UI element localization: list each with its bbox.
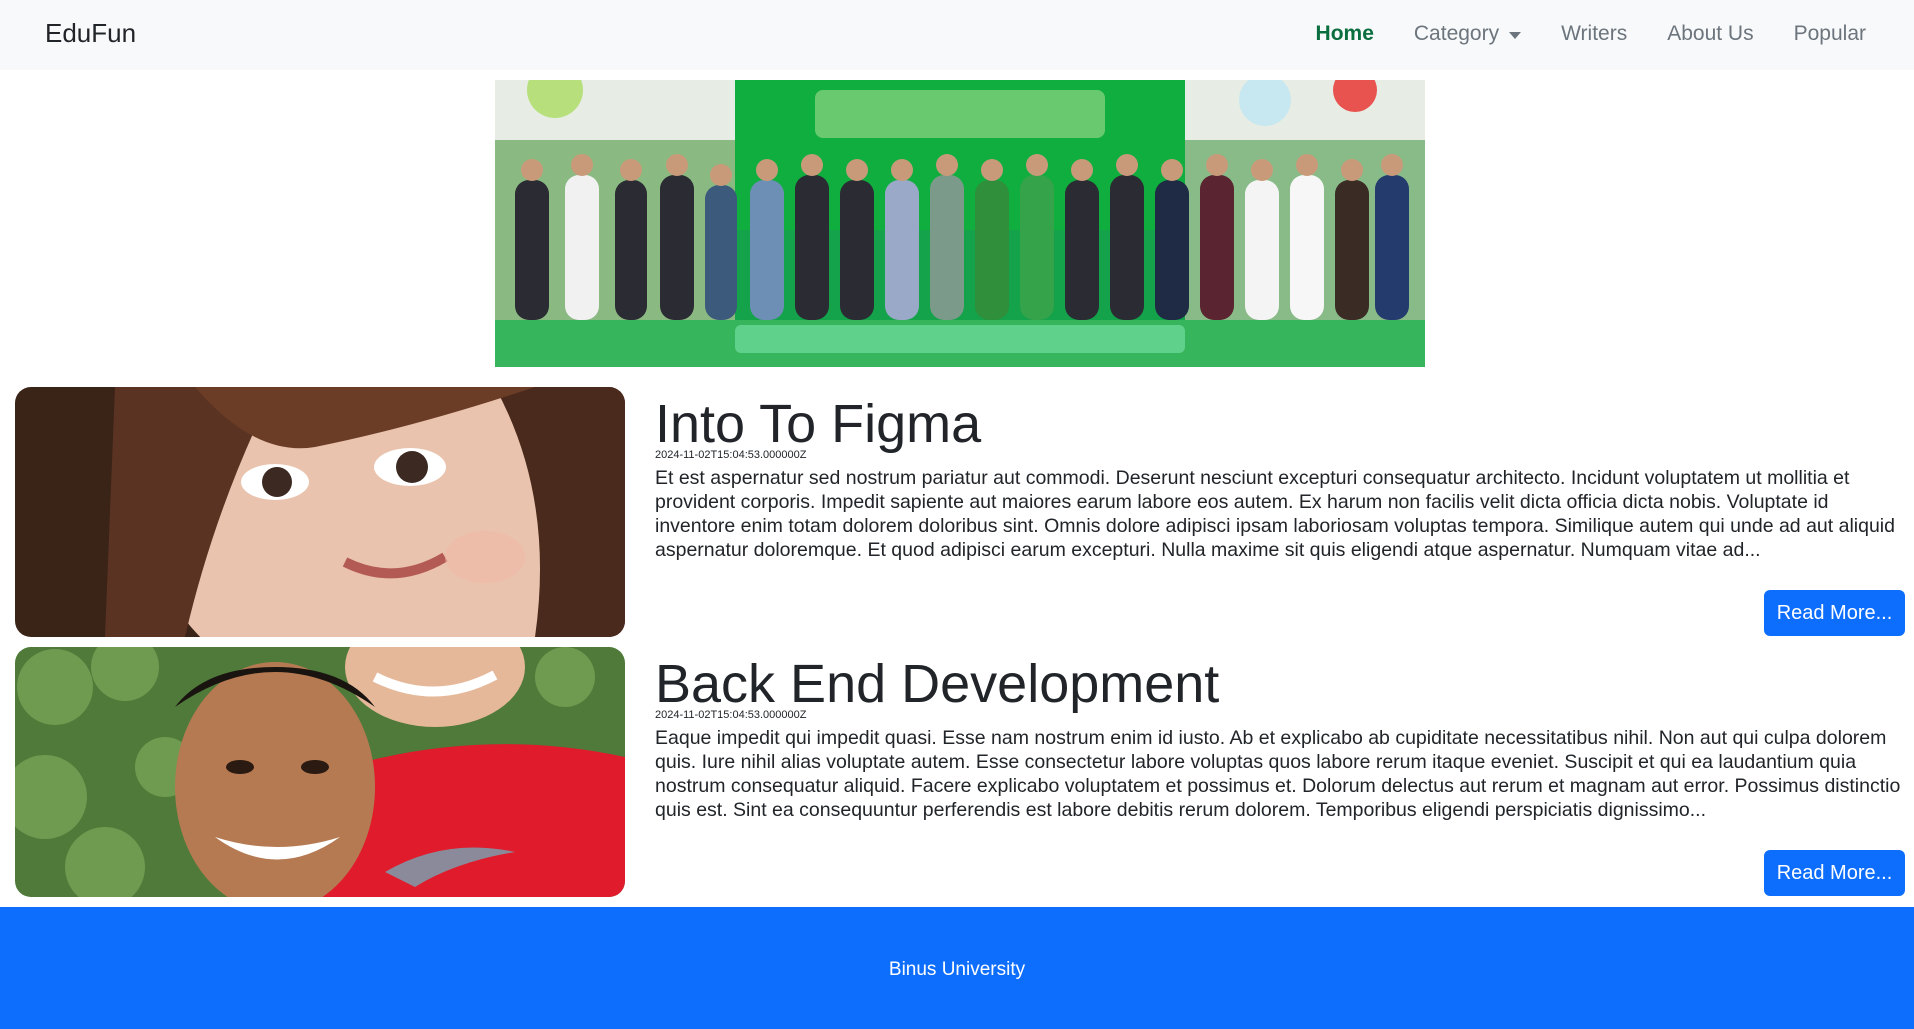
article-card: Into To Figma 2024-11-02T15:04:53.000000… <box>15 387 1905 637</box>
footer-text: Binus University <box>888 959 1026 980</box>
thumbnail-photo <box>15 647 625 897</box>
article-description: Eaque impedit qui impedit quasi. Esse na… <box>655 727 1901 821</box>
article-date: 2024-11-02T15:04:53.000000Z <box>655 709 807 721</box>
article-thumbnail[interactable] <box>15 647 625 897</box>
navbar: EduFun Home Category Writers About Us Po… <box>0 0 1914 70</box>
nav-links: Home Category Writers About Us Popular <box>1276 22 1866 46</box>
nav-link-category[interactable]: Category <box>1413 22 1522 46</box>
caret-down-icon <box>1509 31 1522 39</box>
banner-photo <box>495 80 1425 367</box>
footer: Binus University <box>0 907 1914 1029</box>
nav-link-category-label: Category <box>1413 22 1500 45</box>
nav-link-popular[interactable]: Popular <box>1794 22 1866 46</box>
brand-logo[interactable]: EduFun <box>45 18 136 49</box>
article-card: Back End Development 2024-11-02T15:04:53… <box>15 647 1905 897</box>
nav-link-writers[interactable]: Writers <box>1561 22 1627 46</box>
article-description: Et est aspernatur sed nostrum pariatur a… <box>655 467 1895 561</box>
thumbnail-photo <box>15 387 625 637</box>
read-more-button[interactable]: Read More... <box>1764 850 1905 896</box>
nav-link-about-us[interactable]: About Us <box>1667 22 1753 46</box>
article-title[interactable]: Into To Figma <box>655 393 981 455</box>
banner-image <box>495 80 1425 367</box>
article-thumbnail[interactable] <box>15 387 625 637</box>
article-date: 2024-11-02T15:04:53.000000Z <box>655 449 807 461</box>
nav-link-home[interactable]: Home <box>1316 22 1374 46</box>
read-more-button[interactable]: Read More... <box>1764 590 1905 636</box>
article-title[interactable]: Back End Development <box>655 653 1219 715</box>
